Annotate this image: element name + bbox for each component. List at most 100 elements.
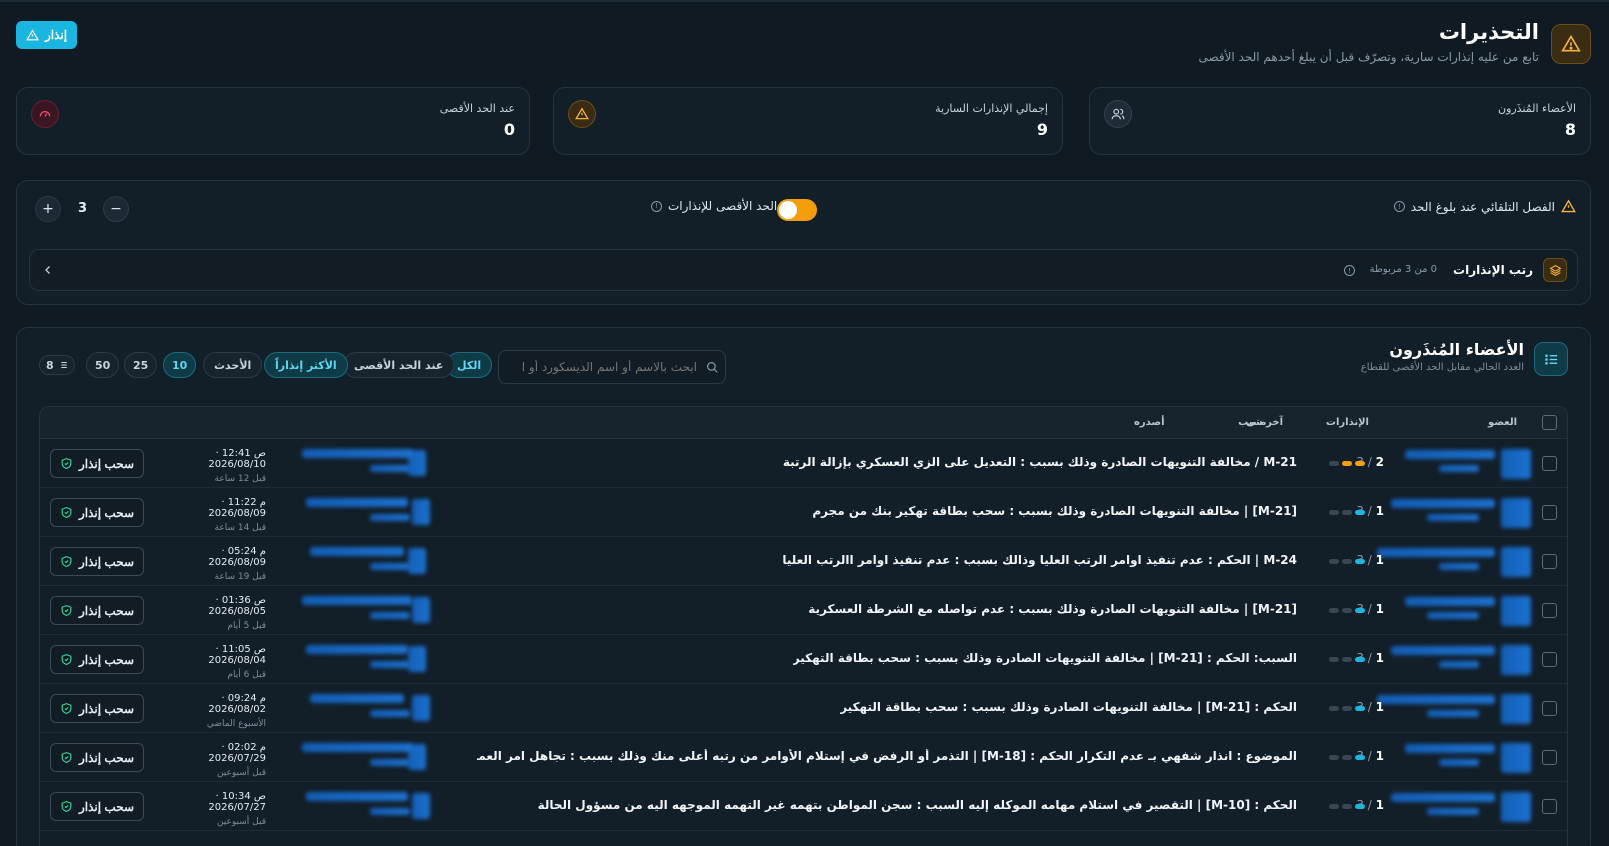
col-warnings[interactable]: الإنذارات: [1326, 417, 1369, 428]
warning-ranks-accordion[interactable]: رتب الإنذارات 0 من 3 مربوطة !: [29, 249, 1578, 291]
issuer-name-redacted[interactable]: [306, 498, 408, 507]
issued-relative: قبل 14 ساعة: [214, 523, 267, 533]
member-name-redacted[interactable]: [1377, 548, 1495, 557]
issuer-name-redacted[interactable]: [302, 596, 412, 605]
auto-kick-toggle[interactable]: [777, 199, 817, 221]
revoke-label: سحب إنذار: [78, 554, 135, 569]
warning-level-bar: [1329, 461, 1365, 466]
table-row[interactable]: 3 / 2 M-21 / مخالفة التنويهات الصادرة وذ…: [40, 439, 1567, 488]
stat-card-at-max: عند الحد الأقصى 0: [16, 87, 530, 155]
revoke-warning-button[interactable]: سحب إنذار: [50, 596, 144, 625]
member-name-redacted[interactable]: [1405, 744, 1495, 753]
issuer-name-redacted[interactable]: [306, 792, 408, 801]
member-name-redacted[interactable]: [1391, 646, 1495, 655]
issuer-avatar-redacted: [412, 695, 430, 721]
col-when[interactable]: متى: [1246, 417, 1266, 428]
revoke-warning-button[interactable]: سحب إنذار: [50, 547, 144, 576]
revoke-label: سحب إنذار: [78, 652, 135, 667]
filter-at-max[interactable]: عند الحد الأقصى: [343, 352, 455, 378]
revoke-label: سحب إنذار: [78, 505, 135, 520]
stat-value: 0: [503, 120, 515, 139]
table-row[interactable]: 3 / 1 [M-21] | مخالفة التنويهات الصادرة …: [40, 586, 1567, 635]
table-row[interactable]: 3 / 1 الموضوع : انذار شفهي بـ عدم التكرا…: [40, 733, 1567, 782]
page-size-10[interactable]: 10: [163, 352, 197, 378]
issuer-name-redacted[interactable]: [306, 645, 408, 654]
revoke-warning-button[interactable]: سحب إنذار: [50, 449, 144, 478]
info-icon[interactable]: !: [1393, 201, 1405, 212]
row-checkbox[interactable]: [1542, 701, 1557, 716]
shield-check-icon: [61, 653, 72, 665]
revoke-warning-button[interactable]: سحب إنذار: [50, 498, 144, 527]
max-warnings-setting: الحد الأقصى للإنذارات !: [651, 199, 777, 213]
info-icon[interactable]: !: [651, 200, 662, 212]
row-checkbox[interactable]: [1542, 799, 1557, 814]
member-name-redacted[interactable]: [1391, 499, 1495, 508]
table-row[interactable]: 3 / 1 M-24 | الحكم : عدم تنفيذ اوامر الر…: [40, 537, 1567, 586]
stat-value: 8: [1564, 120, 1576, 139]
select-all-checkbox[interactable]: [1542, 415, 1557, 430]
last-reason: [M-21] | مخالفة التنويهات الصادرة وذلك ب…: [808, 602, 1297, 616]
revoke-warning-button[interactable]: سحب إنذار: [50, 694, 144, 723]
revoke-warning-button[interactable]: سحب إنذار: [50, 645, 144, 674]
member-handle-redacted: [1439, 759, 1479, 766]
info-icon[interactable]: !: [1344, 265, 1355, 276]
row-checkbox[interactable]: [1542, 750, 1557, 765]
search-input[interactable]: [498, 350, 726, 384]
issuer-handle-redacted: [370, 808, 410, 815]
filter-newest[interactable]: الأحدث: [203, 352, 263, 378]
max-warnings-label: الحد الأقصى للإنذارات: [668, 199, 778, 213]
table-row[interactable]: 3 / 1 [M-21] | مخالفة التنويهات الصادرة …: [40, 488, 1567, 537]
last-reason: الموضوع : انذار شفهي بـ عدم التكرار الحك…: [477, 749, 1297, 763]
member-avatar-redacted: [1501, 547, 1531, 577]
issuer-avatar-redacted: [408, 548, 426, 574]
page-size-25[interactable]: 25: [124, 352, 158, 378]
gauge-icon: [31, 100, 59, 128]
warning-level-dot: [1355, 461, 1365, 466]
issuer-name-redacted[interactable]: [302, 743, 412, 752]
issued-when: م 02:02 · 2026/07/29 قبل أسبوعين: [166, 742, 266, 778]
warning-level-dot: [1342, 804, 1352, 809]
row-checkbox[interactable]: [1542, 603, 1557, 618]
warning-level-dot: [1355, 608, 1365, 613]
issued-date: ص 01:36 · 2026/08/05: [208, 595, 266, 617]
issuer-avatar-redacted: [412, 597, 430, 623]
stat-label: عند الحد الأقصى: [439, 102, 515, 115]
row-checkbox[interactable]: [1542, 456, 1557, 471]
decrement-button[interactable]: −: [103, 196, 129, 222]
member-avatar-redacted: [1501, 449, 1531, 479]
revoke-label: سحب إنذار: [78, 750, 135, 765]
issuer-name-redacted[interactable]: [302, 449, 412, 458]
issued-relative: قبل أسبوعين: [216, 768, 266, 778]
member-name-redacted[interactable]: [1405, 597, 1495, 606]
issuer-name-redacted[interactable]: [310, 547, 404, 556]
section-title: الأعضاء المُنذَرون: [1389, 340, 1524, 359]
issue-warning-button[interactable]: إنذار: [16, 21, 78, 49]
issued-date: ص 11:05 · 2026/08/04: [208, 644, 266, 666]
row-checkbox[interactable]: [1542, 652, 1557, 667]
increment-button[interactable]: +: [35, 196, 61, 222]
filter-most-warned[interactable]: الأكثر إنذاراً: [264, 352, 348, 378]
revoke-warning-button[interactable]: سحب إنذار: [50, 792, 144, 821]
page-size-50[interactable]: 50: [86, 352, 120, 378]
table-row[interactable]: 3 / 1 الحكم : [M-21] | مخالفة التنويهات …: [40, 684, 1567, 733]
issuer-name-redacted[interactable]: [310, 694, 404, 703]
warning-level-dot: [1329, 559, 1339, 564]
col-member[interactable]: العضو: [1488, 417, 1517, 428]
table-row[interactable]: 3 / 1 الحكم : [M-10] | التقصير في استلام…: [40, 782, 1567, 831]
row-checkbox[interactable]: [1542, 505, 1557, 520]
revoke-warning-button[interactable]: سحب إنذار: [50, 743, 144, 772]
member-name-redacted[interactable]: [1405, 450, 1495, 459]
row-checkbox[interactable]: [1542, 554, 1557, 569]
member-name-redacted[interactable]: [1391, 793, 1495, 802]
member-name-redacted[interactable]: [1377, 695, 1495, 704]
last-reason: الحكم : [M-10] | التقصير في استلام مهامه…: [537, 798, 1297, 812]
list-icon: [60, 361, 67, 369]
layers-icon: [1543, 258, 1567, 282]
member-avatar-redacted: [1501, 596, 1531, 626]
table-row[interactable]: 3 / 1 السبب: الحكم : [M-21] | مخالفة الت…: [40, 635, 1567, 684]
shield-check-icon: [61, 604, 72, 616]
stat-label: إجمالي الإنذارات السارية: [935, 102, 1048, 115]
issued-relative: قبل 6 أيام: [227, 670, 266, 680]
warning-level-dot: [1355, 755, 1365, 760]
col-issuer[interactable]: أصدره: [1134, 417, 1165, 428]
